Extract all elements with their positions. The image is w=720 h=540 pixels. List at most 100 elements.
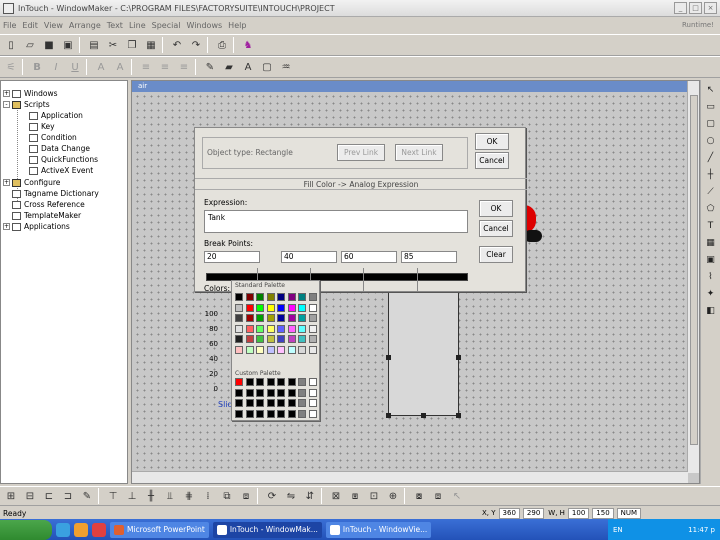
color-swatch[interactable] <box>256 324 264 333</box>
color-swatch[interactable] <box>277 335 285 343</box>
symbol-icon[interactable]: ⧆ <box>347 488 363 504</box>
print-preview-icon[interactable]: ⎙ <box>214 37 230 53</box>
save-icon[interactable]: ■ <box>41 37 57 53</box>
color-swatch[interactable] <box>256 314 264 322</box>
collapse-icon[interactable]: - <box>3 101 10 108</box>
rectangle-icon[interactable]: ▭ <box>704 100 718 114</box>
window-color-icon[interactable]: ▢ <box>259 59 275 75</box>
group-icon[interactable]: ⧉ <box>219 488 235 504</box>
expression-input[interactable]: Tank <box>204 210 468 233</box>
color-swatch[interactable] <box>277 388 285 397</box>
color-swatch[interactable] <box>266 409 275 418</box>
bold-icon[interactable]: B <box>29 59 45 75</box>
button-tool-icon[interactable]: ▣ <box>704 253 718 267</box>
color-swatch[interactable] <box>287 345 296 354</box>
underline-icon[interactable]: U <box>67 59 83 75</box>
color-swatch[interactable] <box>298 345 306 354</box>
color-swatch[interactable] <box>277 399 285 407</box>
cancel-button[interactable]: Cancel <box>475 152 509 169</box>
break-point-input-3[interactable]: 60 <box>341 251 397 263</box>
pointer-icon[interactable]: ↖ <box>449 488 465 504</box>
color-swatch[interactable] <box>266 314 275 322</box>
color-swatch[interactable] <box>298 388 306 397</box>
color-swatch[interactable] <box>266 378 275 386</box>
color-swatch[interactable] <box>256 388 264 397</box>
color-swatch[interactable] <box>256 335 264 343</box>
color-swatch[interactable] <box>308 314 317 322</box>
ellipse-icon[interactable]: ○ <box>704 134 718 148</box>
color-swatch[interactable] <box>235 345 243 354</box>
color-swatch[interactable] <box>298 303 306 312</box>
font-icon[interactable]: A <box>93 59 109 75</box>
firefox-quicklaunch-icon[interactable] <box>74 522 88 537</box>
color-swatch[interactable] <box>308 293 317 301</box>
text-tool-icon[interactable]: T <box>704 219 718 233</box>
selection-handle[interactable] <box>386 413 391 418</box>
new-icon[interactable]: ▯ <box>3 37 19 53</box>
color-swatch[interactable] <box>256 303 264 312</box>
send-to-back-icon[interactable]: ⊟ <box>22 488 38 504</box>
italic-icon[interactable]: I <box>48 59 64 75</box>
tree-item-condition[interactable]: Condition <box>29 132 77 143</box>
color-swatch[interactable] <box>287 399 296 407</box>
color-swatch[interactable] <box>266 303 275 312</box>
expand-icon[interactable]: + <box>3 179 10 186</box>
paint-icon[interactable]: ♒ <box>278 59 294 75</box>
color-swatch[interactable] <box>298 409 306 418</box>
polygon-icon[interactable]: ⬠ <box>704 202 718 216</box>
color-swatch[interactable] <box>308 345 317 354</box>
scroll-thumb[interactable] <box>690 95 698 445</box>
maximize-button[interactable]: □ <box>689 2 702 14</box>
color-swatch[interactable] <box>298 293 306 301</box>
color-swatch[interactable] <box>287 388 296 397</box>
color-swatch[interactable] <box>287 303 296 312</box>
copy-icon[interactable]: ❐ <box>124 37 140 53</box>
menu-arrange[interactable]: Arrange <box>69 21 101 30</box>
menu-edit[interactable]: Edit <box>22 21 38 30</box>
open-icon[interactable]: ▱ <box>22 37 38 53</box>
taskbar-windowmaker[interactable]: InTouch - WindowMak... <box>212 521 322 538</box>
redo-icon[interactable]: ↷ <box>188 37 204 53</box>
color-swatch[interactable] <box>277 324 285 333</box>
menu-file[interactable]: File <box>3 21 16 30</box>
space-vertical-icon[interactable]: ⁞ <box>200 488 216 504</box>
expression-ok-button[interactable]: OK <box>479 200 513 217</box>
align-right-icon[interactable]: ⊐ <box>60 488 76 504</box>
vertical-scrollbar[interactable] <box>687 81 699 473</box>
color-swatch[interactable] <box>308 399 317 407</box>
text-center-icon[interactable]: ≡ <box>157 59 173 75</box>
bitmap-icon[interactable]: ▦ <box>704 236 718 250</box>
color-swatch[interactable] <box>277 378 285 386</box>
color-swatch[interactable] <box>266 293 275 301</box>
trend-icon[interactable]: ⌇ <box>704 270 718 284</box>
pencil-icon[interactable]: ✎ <box>79 488 95 504</box>
color-swatch[interactable] <box>235 335 243 343</box>
align-left-icon[interactable]: ⊏ <box>41 488 57 504</box>
color-swatch[interactable] <box>256 399 264 407</box>
color-swatch[interactable] <box>277 345 285 354</box>
wizard-icon[interactable]: ♞ <box>240 37 256 53</box>
color-swatch[interactable] <box>308 378 317 386</box>
selection-handle[interactable] <box>421 413 426 418</box>
selection-handle[interactable] <box>456 355 461 360</box>
expand-icon[interactable]: + <box>3 90 10 97</box>
font-size-icon[interactable]: A <box>112 59 128 75</box>
color-swatch[interactable] <box>287 324 296 333</box>
hv-line-icon[interactable]: ┼ <box>704 168 718 182</box>
flip-horizontal-icon[interactable]: ⇋ <box>283 488 299 504</box>
align-icon[interactable]: ⚟ <box>3 59 19 75</box>
bring-to-front-icon[interactable]: ⊞ <box>3 488 19 504</box>
rotate-icon[interactable]: ⟳ <box>264 488 280 504</box>
menu-windows[interactable]: Windows <box>186 21 222 30</box>
color-swatch[interactable] <box>287 409 296 418</box>
color-swatch[interactable] <box>256 378 264 386</box>
minimize-button[interactable]: _ <box>674 2 687 14</box>
color-swatch[interactable] <box>245 335 254 343</box>
color-swatch[interactable] <box>287 335 296 343</box>
color-swatch[interactable] <box>277 293 285 301</box>
tree-item-quickfunctions[interactable]: QuickFunctions <box>29 154 98 165</box>
color-swatch[interactable] <box>245 303 254 312</box>
align-top-icon[interactable]: ⊤ <box>105 488 121 504</box>
print-icon[interactable]: ▤ <box>86 37 102 53</box>
color-swatch[interactable] <box>245 314 254 322</box>
